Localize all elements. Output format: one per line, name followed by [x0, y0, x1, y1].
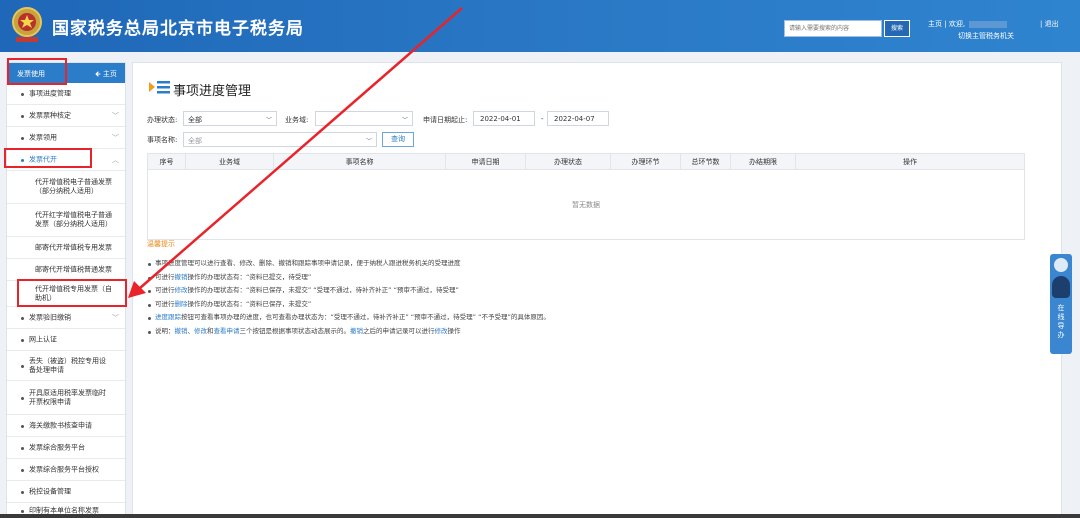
site-title: 国家税务总局北京市电子税务局	[52, 19, 304, 39]
tip-item: 可进行撤销操作的办理状态有：“资料已提交，待受理”	[147, 271, 1027, 285]
search-input[interactable]	[784, 20, 882, 37]
sidebar-sub-mail-normal[interactable]: 邮寄代开增值税普通发票	[7, 259, 125, 281]
sidebar-item-device-mgmt[interactable]: 税控设备管理	[7, 481, 125, 503]
status-select[interactable]: 全部 ﹀	[183, 111, 277, 126]
chevron-down-icon: ﹀	[112, 111, 119, 120]
tip-link[interactable]: 修改	[435, 327, 448, 335]
online-guide-widget[interactable]: 在线导办	[1050, 254, 1072, 354]
item-name-label: 事项名称:	[147, 136, 178, 144]
tips-list: 事项进度管理可以进行查看、修改、删除、撤销和跟踪事项申请记录，便于纳税人跟进税务…	[147, 257, 1027, 338]
tip-link[interactable]: 进度跟踪	[155, 313, 181, 321]
col-actions: 操作	[795, 153, 1025, 170]
tip-item: 可进行修改操作的办理状态有：“资料已保存，未提交” “受理不通过，待补齐补正” …	[147, 284, 1027, 298]
tax-emblem-logo[interactable]	[10, 6, 44, 44]
chevron-up-icon: ︿	[112, 155, 119, 164]
chevron-down-icon: ﹀	[112, 133, 119, 142]
tips-title: 温馨提示	[147, 240, 175, 248]
bullet-icon	[21, 92, 24, 96]
date-to-input[interactable]: 2022-04-07	[547, 111, 609, 126]
user-icon	[1054, 258, 1068, 272]
bullet-icon	[21, 490, 24, 494]
highlight-invoice-agent	[4, 148, 92, 168]
sidebar-item-type-approval[interactable]: 发票票种核定 ﹀	[7, 105, 125, 127]
date-range-label: 申请日期起止:	[423, 116, 468, 124]
sidebar-sub-mail-special[interactable]: 邮寄代开增值税专用发票	[7, 237, 125, 259]
col-business: 业务域	[185, 153, 274, 170]
tip-item: 事项进度管理可以进行查看、修改、删除、撤销和跟踪事项申请记录，便于纳税人跟进税务…	[147, 257, 1027, 271]
sidebar-item-service-platform[interactable]: 发票综合服务平台	[7, 437, 125, 459]
query-button[interactable]: 查询	[382, 132, 414, 147]
list-icon	[149, 81, 170, 94]
col-step: 办理环节	[610, 153, 681, 170]
sidebar-item-platform-auth[interactable]: 发票综合服务平台授权	[7, 459, 125, 481]
sidebar-home-link[interactable]: 🡸 主页	[95, 69, 117, 81]
home-link[interactable]: 主页	[928, 20, 942, 28]
sidebar-item-online-auth[interactable]: 网上认证	[7, 329, 125, 351]
bullet-icon	[21, 446, 24, 450]
home-arrow-icon: 🡸	[95, 70, 103, 78]
bullet-icon	[21, 338, 24, 342]
chevron-down-icon: ﹀	[265, 117, 272, 124]
search-button[interactable]: 搜索	[884, 20, 910, 37]
col-status: 办理状态	[525, 153, 611, 170]
bullet-icon	[21, 316, 24, 320]
tip-item: 可进行删除操作的办理状态有：“资料已保存，未提交”	[147, 298, 1027, 312]
bullet-icon	[21, 136, 24, 140]
user-name-blurred	[969, 20, 1008, 28]
empty-state: 暂无数据	[147, 169, 1025, 240]
tip-link[interactable]: 删除	[175, 300, 188, 308]
col-total-steps: 总环节数	[680, 153, 731, 170]
tip-link[interactable]: 查看申请	[214, 327, 240, 335]
tip-link[interactable]: 撤销	[175, 327, 188, 335]
tip-link[interactable]: 撤销	[175, 273, 188, 281]
sidebar-sub-electronic-normal[interactable]: 代开增值税电子普通发票（部分纳税人适用）	[7, 171, 125, 204]
progress-table: 序号 业务域 事项名称 申请日期 办理状态 办理环节 总环节数 办结期限 操作 …	[147, 153, 1025, 240]
col-item-name: 事项名称	[273, 153, 446, 170]
sidebar-item-customs[interactable]: 海关缴款书核查申请	[7, 415, 125, 437]
col-apply-date: 申请日期	[445, 153, 526, 170]
business-label: 业务域:	[285, 116, 309, 124]
sidebar-item-invoice-cancel[interactable]: 发票验旧缴销 ﹀	[7, 307, 125, 329]
table-header-row: 序号 业务域 事项名称 申请日期 办理状态 办理环节 总环节数 办结期限 操作	[147, 153, 1025, 170]
tip-link[interactable]: 修改	[175, 286, 188, 294]
business-select[interactable]: ﹀	[315, 111, 413, 126]
tip-item: 进度跟踪按钮可查看事项办理的进度，也可查看办理状态为：“受理不通过，待补齐补正”…	[147, 311, 1027, 325]
sidebar-item-invoice-receive[interactable]: 发票领用 ﹀	[7, 127, 125, 149]
sidebar-item-temp-rate[interactable]: 开具原适用税率发票临时开票权限申请	[7, 381, 125, 415]
bullet-icon	[21, 510, 24, 513]
online-guide-label: 在线导办	[1057, 304, 1065, 339]
switch-org-link[interactable]: 切换主管税务机关	[958, 31, 1014, 41]
bullet-icon	[21, 114, 24, 118]
tip-link[interactable]: 修改	[194, 327, 207, 335]
highlight-kiosk-special	[17, 279, 127, 307]
sidebar-item-progress[interactable]: 事项进度管理	[7, 83, 125, 105]
tip-link[interactable]: 撤销	[350, 327, 363, 335]
sidebar-item-lost-device[interactable]: 丢失（被盗）税控专用设备处理申请	[7, 351, 125, 381]
bullet-icon	[21, 396, 24, 400]
assistant-avatar-icon	[1052, 276, 1070, 298]
top-header: 国家税务总局北京市电子税务局 搜索 主页 | 欢迎, 切换主管税务机关 | 退出	[0, 0, 1080, 52]
date-separator: -	[541, 115, 544, 123]
main-panel: 事项进度管理 办理状态: 全部 ﹀ 业务域: ﹀ 申请日期起止: 2022-04-…	[132, 62, 1062, 518]
bullet-icon	[21, 364, 24, 368]
logout-link[interactable]: | 退出	[1040, 19, 1059, 30]
chevron-down-icon: ﹀	[401, 117, 408, 124]
col-index: 序号	[147, 153, 186, 170]
item-name-select[interactable]: 全部 ﹀	[183, 132, 377, 147]
tip-item: 说明：撤销、修改和查看申请三个按钮是根据事项状态动态展示的。撤销之后的申请记录可…	[147, 325, 1027, 339]
status-label: 办理状态:	[147, 116, 178, 124]
col-deadline: 办结期限	[730, 153, 796, 170]
sidebar-sub-red-electronic[interactable]: 代开红字增值税电子普通发票（部分纳税人适用）	[7, 204, 125, 237]
date-from-input[interactable]: 2022-04-01	[473, 111, 535, 126]
welcome-text: 欢迎,	[948, 20, 966, 28]
bullet-icon	[21, 424, 24, 428]
highlight-invoice-use	[7, 58, 67, 85]
chevron-down-icon: ﹀	[365, 138, 372, 145]
chevron-down-icon: ﹀	[112, 313, 119, 322]
header-links: 主页 | 欢迎,	[928, 19, 1008, 30]
bullet-icon	[21, 468, 24, 472]
page-title: 事项进度管理	[173, 84, 252, 99]
taskbar-strip	[0, 514, 1080, 518]
